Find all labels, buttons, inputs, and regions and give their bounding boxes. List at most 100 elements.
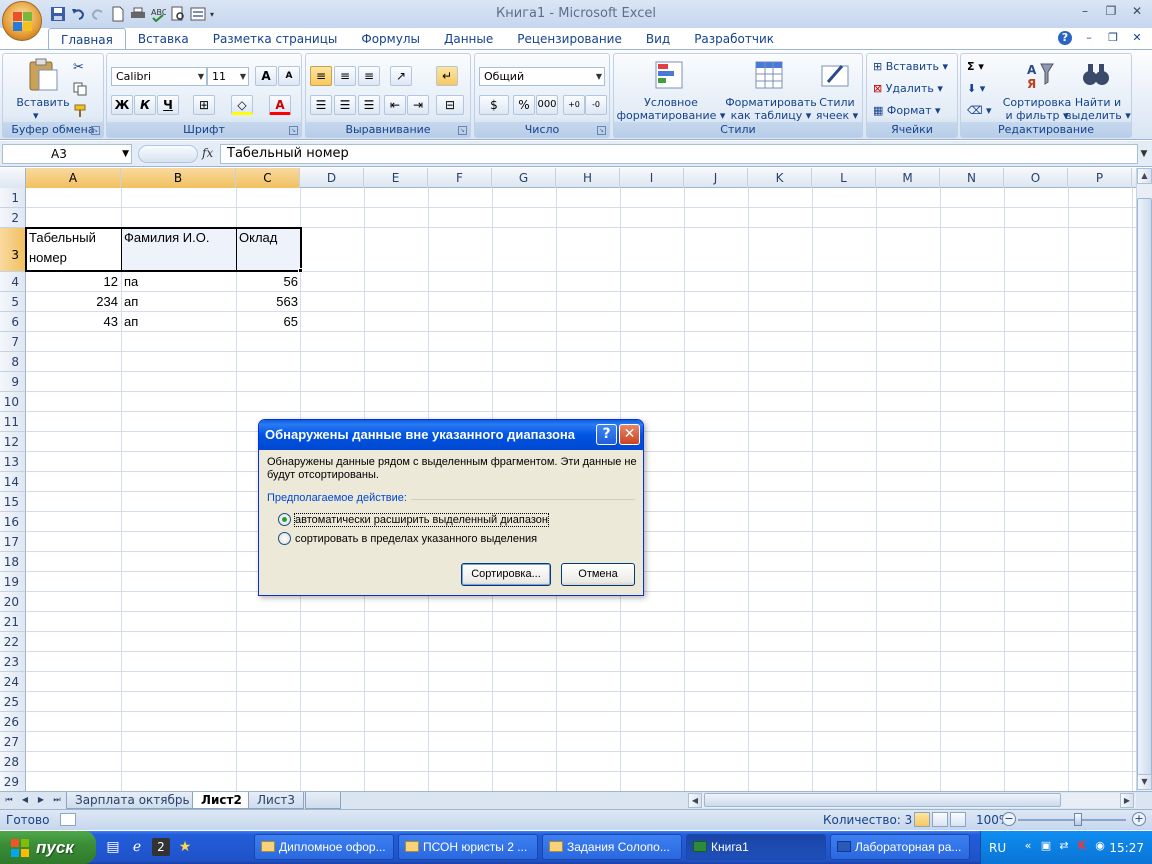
font-color-icon[interactable]: A [269,95,291,115]
column-header-d[interactable]: D [300,168,364,188]
row-header-14[interactable]: 14 [0,472,26,492]
font-launcher-icon[interactable]: ↘ [289,126,298,135]
horizontal-scroll-thumb[interactable] [704,793,1061,807]
number-launcher-icon[interactable]: ↘ [597,126,606,135]
cancel-button[interactable]: Отмена [561,563,635,586]
dialog-close-button[interactable]: ✕ [619,424,640,445]
format-as-table-button[interactable]: Форматировать как таблицу ▾ [722,96,820,122]
row-header-28[interactable]: 28 [0,752,26,772]
network-icon[interactable]: ▣ [1039,839,1053,853]
scroll-down-icon[interactable]: ▼ [1137,774,1152,790]
vertical-scrollbar[interactable]: ▲ ▼ [1136,168,1152,791]
align-right-icon[interactable]: ☰ [358,95,380,115]
sheet-tab-list3[interactable]: Лист3 [248,792,305,809]
taskbar-window-zadaniya[interactable]: Задания Солопо... [542,834,682,860]
increase-indent-icon[interactable]: ⇥ [407,95,429,115]
column-header-f[interactable]: F [428,168,492,188]
font-name-combo[interactable]: Calibri ▼ [111,67,207,86]
row-header-20[interactable]: 20 [0,592,26,612]
doc-minimize-button[interactable]: – [1082,31,1096,45]
vertical-scroll-thumb[interactable] [1137,198,1152,778]
row-header-21[interactable]: 21 [0,612,26,632]
row-header-23[interactable]: 23 [0,652,26,672]
scroll-right-icon[interactable]: ▶ [1120,793,1134,808]
row-header-6[interactable]: 6 [0,312,26,332]
sheet-tab-zarplata[interactable]: Зарплата октябрь [66,792,199,809]
tab-developer[interactable]: Разработчик [682,28,786,50]
wrap-text-icon[interactable]: ↵ [436,66,458,86]
align-top-icon[interactable]: ≡ [310,66,332,86]
align-center-icon[interactable]: ☰ [334,95,356,115]
column-header-e[interactable]: E [364,168,428,188]
macro-record-icon[interactable] [60,813,76,826]
paste-icon[interactable] [27,58,59,92]
shrink-font-button[interactable]: A [278,66,300,86]
fill-handle[interactable] [298,268,303,273]
expand-formula-bar-icon[interactable]: ▼ [1138,145,1150,163]
column-header-h[interactable]: H [556,168,620,188]
language-indicator[interactable]: RU [989,841,1006,855]
tab-review[interactable]: Рецензирование [505,28,634,50]
cell-styles-button[interactable]: Стили ячеек ▾ [814,96,860,122]
taskbar-window-kniga1[interactable]: Книга1 [686,834,826,860]
row-header-26[interactable]: 26 [0,712,26,732]
column-header-o[interactable]: O [1004,168,1068,188]
align-left-icon[interactable]: ☰ [310,95,332,115]
clear-icon[interactable]: ⌫ ▾ [967,102,992,120]
paste-button[interactable]: Вставить [11,96,75,109]
column-header-p[interactable]: P [1068,168,1132,188]
align-bottom-icon[interactable]: ≡ [358,66,380,86]
maximize-button[interactable]: ❐ [1102,3,1120,19]
row-header-7[interactable]: 7 [0,332,26,352]
find-select-icon[interactable] [1081,60,1111,90]
align-middle-icon[interactable]: ≡ [334,66,356,86]
first-sheet-icon[interactable]: ⏮ [2,793,16,807]
insert-function-button[interactable]: fx [202,146,213,160]
cell-b5[interactable]: ап [121,292,236,312]
doc-restore-button[interactable]: ❐ [1106,31,1120,45]
document-icon[interactable]: ▤ [104,838,122,856]
star-icon[interactable]: ★ [176,838,194,856]
column-header-c[interactable]: C [236,168,300,188]
radio-sort-within-selection[interactable]: сортировать в пределах указанного выделе… [278,532,537,545]
horizontal-scrollbar[interactable]: ◀ ▶ [688,793,1136,808]
page-layout-view-icon[interactable] [932,812,948,827]
column-header-g[interactable]: G [492,168,556,188]
decrease-decimal-icon[interactable]: -0 [585,95,607,115]
decrease-indent-icon[interactable]: ⇤ [384,95,406,115]
insert-cells-button[interactable]: ⊞ Вставить ▾ [873,58,948,76]
column-header-m[interactable]: M [876,168,940,188]
safely-remove-icon[interactable]: ⇄ [1057,839,1071,853]
ie-icon[interactable]: ℯ [128,838,146,856]
cell-c5[interactable]: 563 [236,292,301,312]
row-header-4[interactable]: 4 [0,272,26,292]
tab-formulas[interactable]: Формулы [349,28,432,50]
tray-expand-icon[interactable]: « [1021,839,1035,853]
next-sheet-icon[interactable]: ▶ [34,793,48,807]
row-header-13[interactable]: 13 [0,452,26,472]
zoom-slider-thumb[interactable] [1074,813,1082,826]
insert-sheet-icon[interactable] [305,792,341,809]
row-header-22[interactable]: 22 [0,632,26,652]
row-header-15[interactable]: 15 [0,492,26,512]
column-header-i[interactable]: I [620,168,684,188]
row-header-12[interactable]: 12 [0,432,26,452]
find-select-button[interactable]: Найти и выделить ▾ [1065,96,1131,122]
row-header-25[interactable]: 25 [0,692,26,712]
increase-decimal-icon[interactable]: +0 [563,95,585,115]
merge-center-icon[interactable]: ⊟ [436,95,464,115]
taskbar-window-pson[interactable]: ПСОН юристы 2 ... [398,834,538,860]
fill-color-icon[interactable]: ◇ [231,95,253,115]
row-header-19[interactable]: 19 [0,572,26,592]
sort-filter-icon[interactable]: АЯ [1025,60,1055,90]
italic-button[interactable]: К [134,95,156,115]
column-header-a[interactable]: A [26,168,121,188]
format-as-table-icon[interactable] [754,60,784,90]
row-header-9[interactable]: 9 [0,372,26,392]
column-header-l[interactable]: L [812,168,876,188]
row-header-27[interactable]: 27 [0,732,26,752]
minimize-button[interactable]: – [1076,3,1094,19]
scroll-left-icon[interactable]: ◀ [688,793,702,808]
last-sheet-icon[interactable]: ⏭ [50,793,64,807]
copy-icon[interactable] [73,82,87,96]
